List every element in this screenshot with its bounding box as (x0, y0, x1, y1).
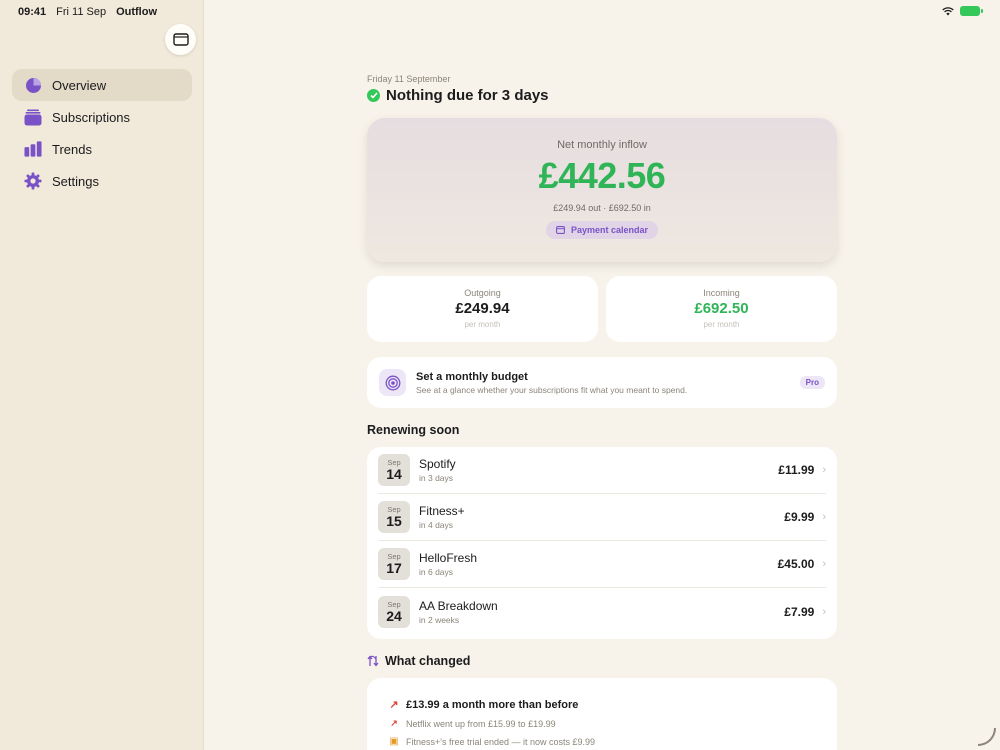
stack-icon (24, 108, 42, 126)
renewing-soon-heading: Renewing soon (367, 423, 460, 437)
date-day: 14 (386, 466, 402, 482)
status-indicators (942, 6, 983, 16)
change-line-fitness: ▣ Fitness+'s free trial ended — it now c… (389, 736, 815, 747)
sidebar: 09:41 Fri 11 Sep Outflow Overview Subscr… (0, 0, 204, 750)
renewal-when: in 3 days (419, 473, 454, 483)
net-inflow-label: Net monthly inflow (557, 139, 647, 151)
page-title-text: Nothing due for 3 days (386, 87, 549, 104)
arrow-up-right-icon: ↗ (390, 718, 398, 728)
chevron-right-icon: › (822, 464, 826, 476)
pie-chart-icon (24, 76, 42, 94)
renewal-name: Spotify (419, 457, 456, 471)
incoming-card[interactable]: Incoming £692.50 per month (606, 276, 837, 342)
page-title: Nothing due for 3 days (367, 87, 549, 104)
change-line-text: Netflix went up from £15.99 to £19.99 (406, 718, 556, 729)
net-inflow-amount: £442.56 (538, 155, 666, 196)
renewal-row-spotify[interactable]: Sep 14 Spotify in 3 days £11.99 › (378, 447, 826, 494)
date-badge: Sep 24 (378, 595, 410, 628)
payment-calendar-button[interactable]: Payment calendar (545, 221, 659, 239)
renewal-row-aa-breakdown[interactable]: Sep 24 AA Breakdown in 2 weeks £7.99 › (378, 588, 826, 635)
bar-chart-icon (24, 140, 42, 158)
what-changed-heading: What changed (367, 654, 470, 668)
renewal-row-fitness[interactable]: Sep 15 Fitness+ in 4 days £9.99 › (378, 494, 826, 541)
date-day: 24 (386, 607, 402, 624)
renewal-name: HelloFresh (419, 551, 478, 565)
renewal-info: Fitness+ in 4 days (419, 504, 784, 530)
target-icon (379, 369, 406, 396)
status-bar: 09:41 Fri 11 Sep Outflow (18, 6, 157, 18)
sidebar-item-overview[interactable]: Overview (12, 69, 192, 101)
date-day: 17 (386, 560, 402, 576)
sidebar-item-label: Overview (52, 77, 107, 93)
budget-title: Set a monthly budget (416, 370, 528, 383)
renewal-when: in 6 days (419, 567, 454, 577)
change-line-text: Fitness+'s free trial ended — it now cos… (406, 736, 596, 747)
renewal-price: £7.99 (784, 604, 815, 619)
outgoing-value: £249.94 (455, 300, 510, 317)
budget-description: See at a glance whether your subscriptio… (416, 384, 688, 395)
what-changed-title: What changed (385, 654, 471, 668)
date-badge: Sep 15 (378, 501, 410, 533)
status-time: 09:41 (18, 6, 47, 18)
swap-arrows-icon (367, 655, 379, 667)
renewal-when: in 2 weeks (419, 614, 460, 625)
budget-text: Set a monthly budget See at a glance whe… (416, 371, 800, 395)
renewal-price: £9.99 (784, 510, 815, 524)
outgoing-period: per month (464, 320, 501, 329)
pro-badge: Pro (799, 376, 825, 389)
chevron-right-icon: › (822, 558, 826, 570)
checkmark-icon (367, 89, 380, 102)
renewal-when: in 4 days (419, 520, 454, 530)
outgoing-card[interactable]: Outgoing £249.94 per month (367, 276, 598, 342)
renewal-price: £11.99 (778, 463, 815, 477)
renewal-row-hellofresh[interactable]: Sep 17 HelloFresh in 6 days £45.00 › (378, 541, 826, 588)
sidebar-nav: Overview Subscriptions Trends Settings (12, 69, 192, 197)
sidebar-item-label: Settings (52, 173, 99, 189)
renewal-info: AA Breakdown in 2 weeks (419, 599, 784, 625)
renewal-price: £45.00 (777, 557, 815, 571)
sidebar-item-label: Trends (52, 141, 92, 157)
date-badge: Sep 14 (378, 454, 410, 486)
change-summary-text: £13.99 a month more than before (406, 698, 579, 711)
renewal-info: HelloFresh in 6 days (419, 551, 778, 577)
calendar-icon (556, 226, 565, 234)
chevron-right-icon: › (822, 605, 826, 618)
net-inflow-breakdown: £249.94 out · £692.50 in (553, 203, 651, 213)
date-day: 15 (386, 513, 402, 529)
payment-calendar-label: Payment calendar (570, 225, 649, 235)
incoming-title: Incoming (703, 288, 740, 298)
current-date: Friday 11 September (367, 74, 451, 84)
status-date: Fri 11 Sep (56, 6, 107, 18)
sidebar-item-settings[interactable]: Settings (12, 165, 192, 197)
chevron-right-icon: › (822, 511, 826, 523)
renewal-name: Fitness+ (419, 504, 465, 518)
sidebar-toggle-button[interactable] (165, 24, 196, 55)
resize-corner-indicator (978, 728, 996, 746)
outgoing-title: Outgoing (464, 288, 501, 298)
renewing-list: Sep 14 Spotify in 3 days £11.99 › Sep 15… (367, 447, 837, 639)
incoming-value: £692.50 (694, 300, 749, 317)
battery-icon (960, 6, 983, 16)
date-badge: Sep 17 (378, 548, 410, 580)
sidebar-icon (172, 33, 189, 46)
arrow-up-right-icon: ↗ (389, 699, 399, 711)
renewal-info: Spotify in 3 days (419, 457, 778, 483)
what-changed-card: ↗ £13.99 a month more than before ↗ Netf… (367, 678, 837, 750)
status-app-name: Outflow (116, 6, 158, 18)
wifi-icon (942, 6, 954, 15)
gift-icon: ▣ (389, 736, 399, 747)
set-budget-card[interactable]: Set a monthly budget See at a glance whe… (367, 357, 837, 408)
gear-icon (24, 172, 42, 190)
net-inflow-card: Net monthly inflow £442.56 £249.94 out ·… (367, 118, 837, 262)
incoming-period: per month (703, 320, 740, 329)
change-line-netflix: ↗ Netflix went up from £15.99 to £19.99 (389, 718, 815, 729)
renewal-name: AA Breakdown (419, 598, 498, 613)
sidebar-item-label: Subscriptions (52, 109, 131, 125)
sidebar-item-subscriptions[interactable]: Subscriptions (12, 101, 192, 133)
change-summary: ↗ £13.99 a month more than before (389, 698, 815, 712)
sidebar-item-trends[interactable]: Trends (12, 133, 192, 165)
